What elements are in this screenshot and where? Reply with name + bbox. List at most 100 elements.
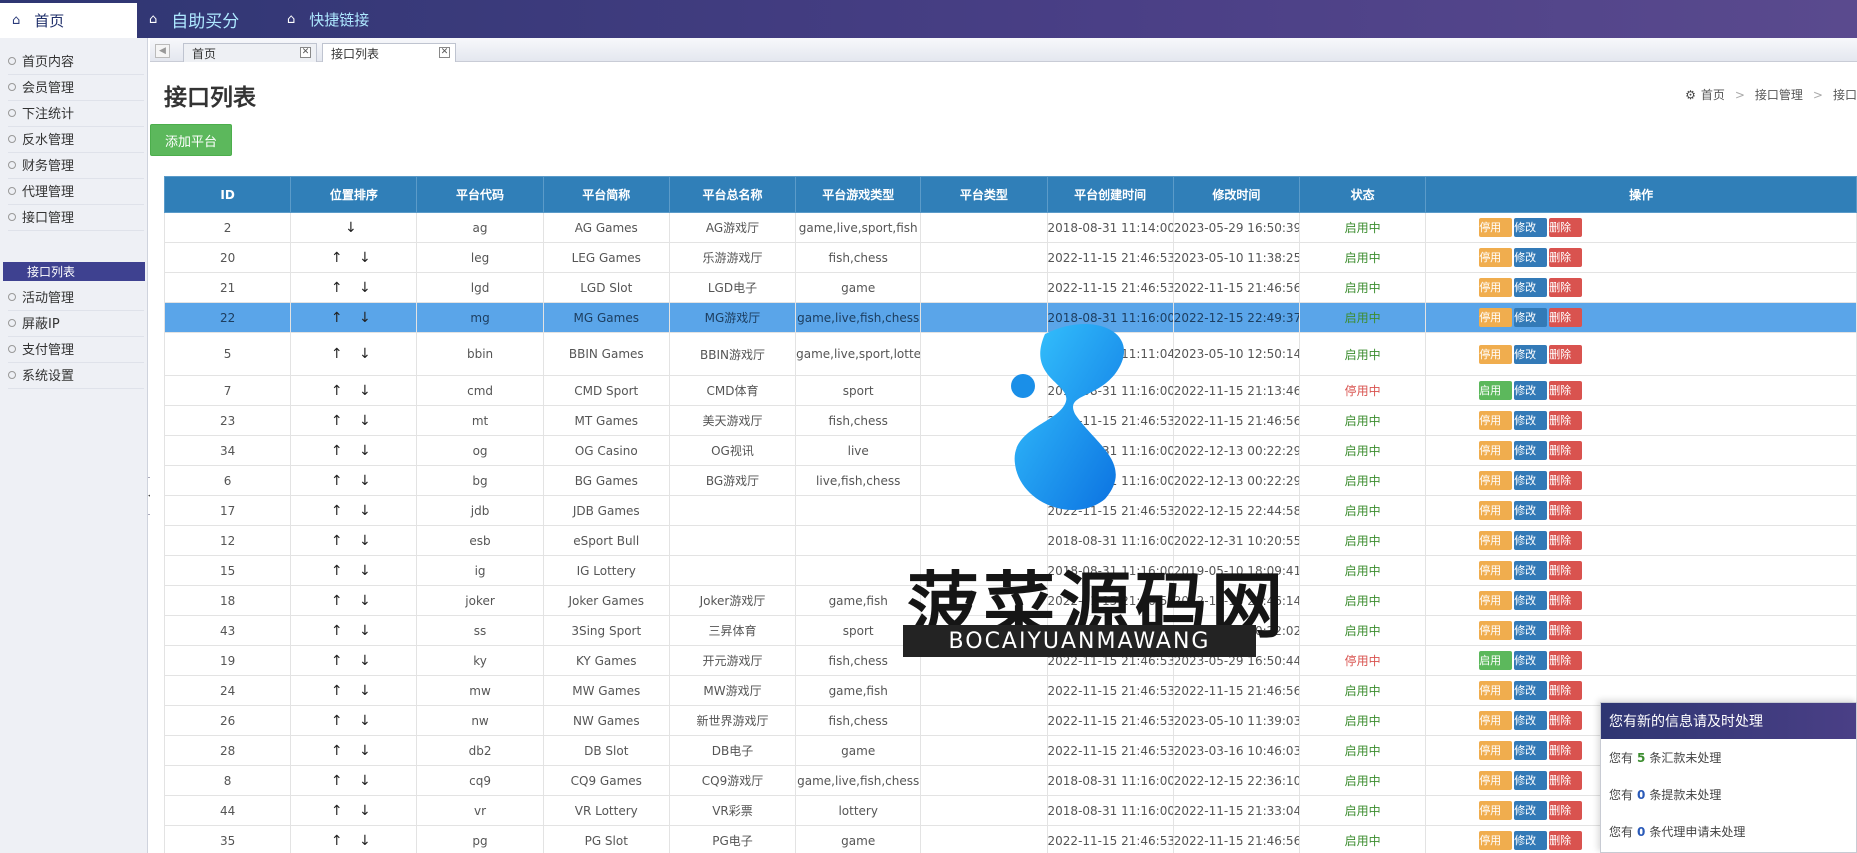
sort-arrows-text[interactable]: ↑ ↓ <box>331 593 377 609</box>
edit-button[interactable]: 修改 <box>1514 741 1548 760</box>
sort-arrows-text[interactable]: ↑ ↓ <box>331 713 377 729</box>
sort-arrows-text[interactable]: ↑ ↓ <box>331 310 377 326</box>
sort-arrows-text[interactable]: ↑ ↓ <box>331 563 377 579</box>
sort-arrows-text[interactable]: ↑ ↓ <box>331 250 377 266</box>
tab-scroll-left-button[interactable]: ◀ <box>155 44 170 58</box>
edit-button[interactable]: 修改 <box>1514 771 1548 790</box>
disable-button[interactable]: 停用 <box>1479 501 1513 520</box>
disable-button[interactable]: 停用 <box>1479 591 1513 610</box>
sort-arrows-text[interactable]: ↑ ↓ <box>331 773 377 789</box>
edit-button[interactable]: 修改 <box>1514 621 1548 640</box>
notification-remittance[interactable]: 您有 5 条汇款未处理 <box>1601 739 1856 776</box>
enable-button[interactable]: 启用 <box>1479 381 1513 400</box>
disable-button[interactable]: 停用 <box>1479 771 1513 790</box>
sort-arrows-text[interactable]: ↑ ↓ <box>331 623 377 639</box>
notification-agent-applications[interactable]: 您有 0 条代理申请未处理 <box>1601 813 1856 850</box>
tab-home[interactable]: 首页 ✕ <box>183 43 317 62</box>
sort-arrows-text[interactable]: ↑ ↓ <box>331 743 377 759</box>
sort-arrows[interactable]: ↑ ↓ <box>290 585 418 616</box>
sidebar-item-rebate[interactable]: 反水管理 <box>8 125 144 153</box>
sort-arrows[interactable]: ↑ ↓ <box>290 675 418 706</box>
delete-button[interactable]: 删除 <box>1549 248 1583 267</box>
table-row[interactable]: 24 ↑ ↓ mw MW Games MW游戏厅 game,fish 2022-11-15 … <box>163 675 1857 706</box>
delete-button[interactable]: 删除 <box>1549 411 1583 430</box>
disable-button[interactable]: 停用 <box>1479 801 1513 820</box>
delete-button[interactable]: 删除 <box>1549 621 1583 640</box>
sort-arrows-text[interactable]: ↑ ↓ <box>331 833 377 849</box>
edit-button[interactable]: 修改 <box>1514 831 1548 850</box>
sort-arrows[interactable]: ↑ ↓ <box>290 645 418 676</box>
delete-button[interactable]: 删除 <box>1549 471 1583 490</box>
sort-arrows[interactable]: ↑ ↓ <box>290 272 418 303</box>
disable-button[interactable]: 停用 <box>1479 531 1513 550</box>
delete-button[interactable]: 删除 <box>1549 441 1583 460</box>
delete-button[interactable]: 删除 <box>1549 591 1583 610</box>
sort-arrows[interactable]: ↑ ↓ <box>290 525 418 556</box>
disable-button[interactable]: 停用 <box>1479 681 1513 700</box>
table-row[interactable]: 2 ↓ ag AG Games AG游戏厅 game,live,sport,fish 201… <box>163 212 1857 243</box>
close-icon[interactable]: ✕ <box>300 47 311 58</box>
edit-button[interactable]: 修改 <box>1514 218 1548 237</box>
disable-button[interactable]: 停用 <box>1479 248 1513 267</box>
sort-arrows-text[interactable]: ↑ ↓ <box>331 503 377 519</box>
disable-button[interactable]: 停用 <box>1479 471 1513 490</box>
edit-button[interactable]: 修改 <box>1514 308 1548 327</box>
edit-button[interactable]: 修改 <box>1514 278 1548 297</box>
delete-button[interactable]: 删除 <box>1549 711 1583 730</box>
sort-arrows[interactable]: ↑ ↓ <box>290 405 418 436</box>
edit-button[interactable]: 修改 <box>1514 441 1548 460</box>
sidebar-item-members[interactable]: 会员管理 <box>8 73 144 101</box>
delete-button[interactable]: 删除 <box>1549 501 1583 520</box>
edit-button[interactable]: 修改 <box>1514 471 1548 490</box>
sidebar-item-payments[interactable]: 支付管理 <box>8 335 144 363</box>
breadcrumb-interfaces[interactable]: 接口管理 <box>1755 86 1803 103</box>
edit-button[interactable]: 修改 <box>1514 591 1548 610</box>
delete-button[interactable]: 删除 <box>1549 381 1583 400</box>
tab-interface-list[interactable]: 接口列表 ✕ <box>322 43 456 62</box>
sort-arrows[interactable]: ↓ <box>290 212 418 243</box>
disable-button[interactable]: 停用 <box>1479 711 1513 730</box>
sidebar-item-bet-stats[interactable]: 下注统计 <box>8 99 144 127</box>
sort-arrows-text[interactable]: ↑ ↓ <box>331 653 377 669</box>
sort-arrows-text[interactable]: ↑ ↓ <box>331 803 377 819</box>
sidebar-item-agents[interactable]: 代理管理 <box>8 177 144 205</box>
sidebar-item-finance[interactable]: 财务管理 <box>8 151 144 179</box>
delete-button[interactable]: 删除 <box>1549 278 1583 297</box>
sidebar-subitem-interface-list[interactable]: 接口列表 <box>3 262 145 281</box>
disable-button[interactable]: 停用 <box>1479 411 1513 430</box>
sidebar-item-block-ip[interactable]: 屏蔽IP <box>8 309 144 337</box>
sort-arrows-text[interactable]: ↓ <box>345 220 363 236</box>
sort-arrows[interactable]: ↑ ↓ <box>290 242 418 273</box>
edit-button[interactable]: 修改 <box>1514 651 1548 670</box>
enable-button[interactable]: 启用 <box>1479 651 1513 670</box>
edit-button[interactable]: 修改 <box>1514 381 1548 400</box>
edit-button[interactable]: 修改 <box>1514 531 1548 550</box>
notification-withdrawal[interactable]: 您有 0 条提款未处理 <box>1601 776 1856 813</box>
sidebar-item-home-content[interactable]: 首页内容 <box>8 47 144 75</box>
edit-button[interactable]: 修改 <box>1514 711 1548 730</box>
disable-button[interactable]: 停用 <box>1479 344 1513 364</box>
sort-arrows[interactable]: ↑ ↓ <box>290 375 418 406</box>
table-row[interactable]: 21 ↑ ↓ lgd LGD Slot LGD电子 game 2022-11-15 21:4… <box>163 272 1857 303</box>
edit-button[interactable]: 修改 <box>1514 681 1548 700</box>
top-nav-self-buy[interactable]: ⌂ 自助买分 <box>149 0 239 38</box>
sort-arrows-text[interactable]: ↑ ↓ <box>331 683 377 699</box>
edit-button[interactable]: 修改 <box>1514 501 1548 520</box>
sort-arrows[interactable]: ↑ ↓ <box>290 435 418 466</box>
sort-arrows-text[interactable]: ↑ ↓ <box>331 533 377 549</box>
sidebar-item-interfaces[interactable]: 接口管理 <box>8 203 144 231</box>
sort-arrows[interactable]: ↑ ↓ <box>290 765 418 796</box>
disable-button[interactable]: 停用 <box>1479 741 1513 760</box>
disable-button[interactable]: 停用 <box>1479 308 1513 327</box>
sort-arrows[interactable]: ↑ ↓ <box>290 302 418 333</box>
sidebar-item-activities[interactable]: 活动管理 <box>8 283 144 311</box>
delete-button[interactable]: 删除 <box>1549 771 1583 790</box>
sort-arrows-text[interactable]: ↑ ↓ <box>331 443 377 459</box>
delete-button[interactable]: 删除 <box>1549 308 1583 327</box>
sort-arrows[interactable]: ↑ ↓ <box>290 825 418 853</box>
delete-button[interactable]: 删除 <box>1549 831 1583 850</box>
sort-arrows-text[interactable]: ↑ ↓ <box>331 383 377 399</box>
sort-arrows[interactable]: ↑ ↓ <box>290 705 418 736</box>
sort-arrows[interactable]: ↑ ↓ <box>290 795 418 826</box>
disable-button[interactable]: 停用 <box>1479 441 1513 460</box>
